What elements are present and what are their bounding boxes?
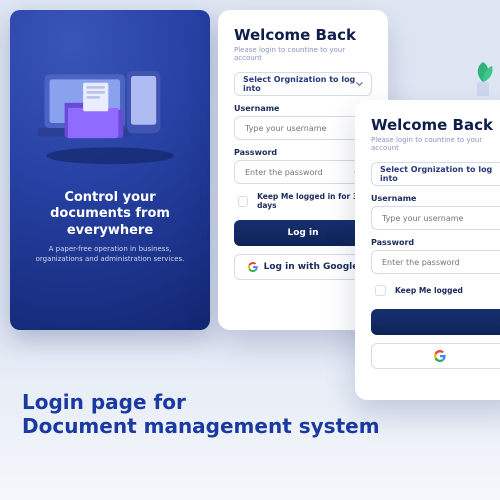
chevron-down-icon xyxy=(356,80,363,88)
hero-headline: Control your documents from everywhere xyxy=(26,190,194,239)
form-subtitle: Please login to countine to your account xyxy=(234,46,372,62)
login-card-mobile: Welcome Back Please login to countine to… xyxy=(355,100,500,400)
remember-input[interactable] xyxy=(238,196,248,207)
design-stage: Control your documents from everywhere A… xyxy=(0,0,500,500)
org-select-label: Select Orgnization to log into xyxy=(243,75,356,93)
password-input[interactable] xyxy=(380,257,500,268)
google-icon xyxy=(434,350,446,362)
google-icon xyxy=(248,262,258,272)
form-subtitle: Please login to countine to your account xyxy=(371,136,500,152)
username-input[interactable] xyxy=(243,123,363,134)
login-button-label: Log in xyxy=(288,228,319,238)
google-login-button[interactable]: Log in with Google xyxy=(234,254,372,280)
login-button[interactable] xyxy=(371,309,500,335)
remember-input[interactable] xyxy=(375,285,386,296)
password-label: Password xyxy=(234,148,372,157)
org-select-label: Select Orgnization to log into xyxy=(380,165,500,183)
form-title: Welcome Back xyxy=(371,116,500,134)
hero-subtext: A paper-free operation in business, orga… xyxy=(32,245,188,265)
org-select[interactable]: Select Orgnization to log into xyxy=(234,72,372,96)
username-field[interactable] xyxy=(234,116,372,140)
design-caption: Login page for Document management syste… xyxy=(22,390,478,438)
remember-checkbox[interactable]: Keep Me logged in for 30 days xyxy=(234,192,372,210)
devices-folder-icon xyxy=(26,34,194,168)
password-field[interactable] xyxy=(234,160,372,184)
google-login-button[interactable] xyxy=(371,343,500,369)
hero-illustration xyxy=(26,34,194,184)
username-field[interactable] xyxy=(371,206,500,230)
username-label: Username xyxy=(234,104,372,113)
password-field[interactable] xyxy=(371,250,500,274)
caption-line-1: Login page for xyxy=(22,390,478,414)
password-input[interactable] xyxy=(243,167,354,178)
form-title: Welcome Back xyxy=(234,26,372,44)
remember-checkbox[interactable]: Keep Me logged xyxy=(371,282,500,299)
google-button-label: Log in with Google xyxy=(264,262,359,272)
org-select[interactable]: Select Orgnization to log into xyxy=(371,162,500,186)
login-button[interactable]: Log in xyxy=(234,220,372,246)
hero-panel: Control your documents from everywhere A… xyxy=(10,10,210,330)
password-label: Password xyxy=(371,238,500,247)
remember-label: Keep Me logged xyxy=(395,286,463,295)
username-label: Username xyxy=(371,194,500,203)
plant-icon xyxy=(470,60,496,102)
username-input[interactable] xyxy=(380,213,500,224)
caption-line-2: Document management system xyxy=(22,414,478,438)
